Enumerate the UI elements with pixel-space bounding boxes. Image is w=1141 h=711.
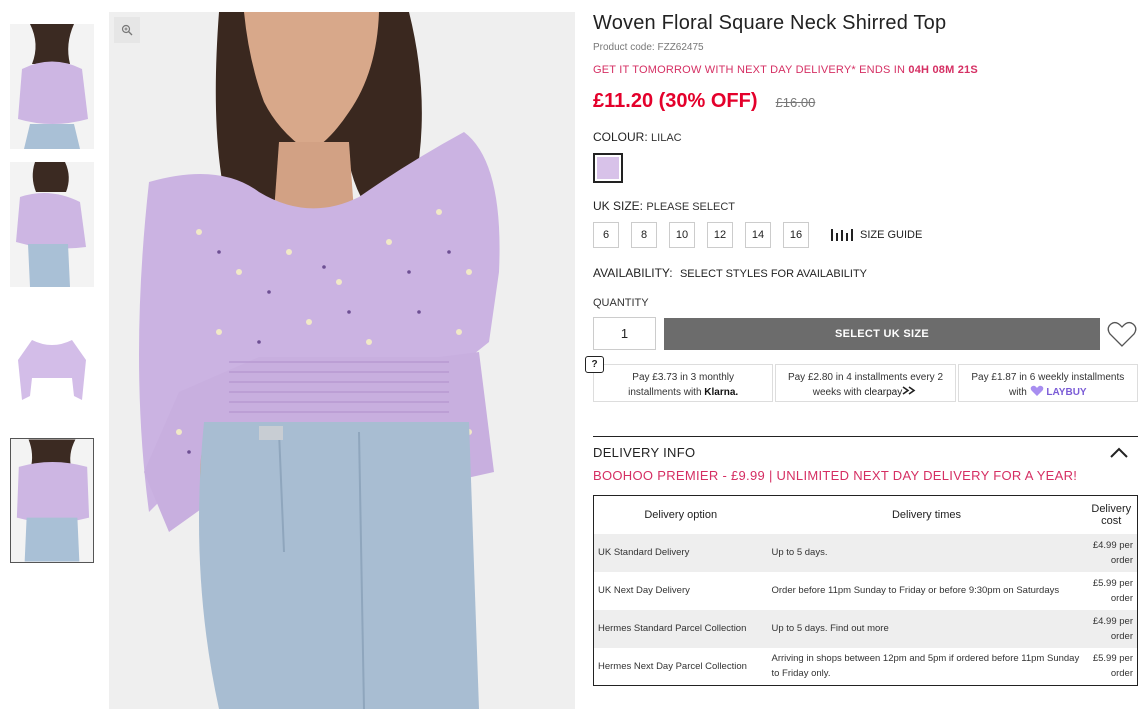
- table-row: Hermes Standard Parcel Collection Up to …: [593, 609, 1138, 648]
- zoom-icon: [121, 24, 133, 36]
- delivery-times-cell: Order before 11pm Sunday to Friday or be…: [767, 571, 1086, 610]
- thumbnail-closeup[interactable]: [10, 438, 94, 563]
- product-info-panel: Woven Floral Square Neck Shirred Top Pro…: [585, 12, 1138, 686]
- size-label: UK SIZE:: [593, 199, 644, 213]
- delivery-times-cell: Up to 5 days.: [767, 533, 1086, 572]
- delivery-cost-cell: £5.99 per order: [1085, 571, 1138, 610]
- delivery-info-title: DELIVERY INFO: [593, 445, 696, 460]
- payment-help-button[interactable]: ?: [585, 356, 604, 373]
- clearpay-option[interactable]: Pay £2.80 in 4 installments every 2 week…: [775, 364, 956, 402]
- klarna-option[interactable]: Pay £3.73 in 3 monthly installments with…: [593, 364, 774, 402]
- delivery-option-cell: Hermes Next Day Parcel Collection: [593, 647, 768, 686]
- add-to-bag-row: SELECT UK SIZE: [593, 317, 1138, 350]
- laybuy-logo: LAYBUY: [1046, 387, 1087, 398]
- product-thumb-image: [11, 439, 93, 562]
- thumbnail-front[interactable]: [10, 24, 94, 149]
- clearpay-logo: clearpay: [864, 386, 918, 398]
- price-row: £11.20 (30% OFF) £16.00: [593, 90, 1138, 113]
- thumbnail-list: [10, 24, 94, 576]
- laybuy-line1: Pay £1.87 in 6 weekly installments: [971, 372, 1125, 383]
- size-guide-icon: [831, 229, 853, 241]
- table-row: UK Standard Delivery Up to 5 days. £4.99…: [593, 533, 1138, 572]
- table-row: UK Next Day Delivery Order before 11pm S…: [593, 571, 1138, 610]
- delivery-table: Delivery option Delivery times Delivery …: [593, 495, 1138, 686]
- size-option-12[interactable]: 12: [707, 222, 733, 248]
- header-delivery-times: Delivery times: [767, 495, 1086, 534]
- quantity-label: QUANTITY: [593, 297, 649, 309]
- delivery-promo: GET IT TOMORROW WITH NEXT DAY DELIVERY* …: [593, 64, 1138, 76]
- clearpay-logo-text: clearpay: [864, 387, 903, 398]
- swatch-fill: [597, 157, 619, 179]
- laybuy-heart-icon: [1030, 385, 1043, 396]
- thumbnail-side[interactable]: [10, 162, 94, 287]
- product-code: Product code: FZZ62475: [593, 42, 704, 53]
- delivery-times-cell: Arriving in shops between 12pm and 5pm i…: [767, 647, 1086, 686]
- size-guide-label: SIZE GUIDE: [860, 229, 923, 241]
- delivery-option-cell: UK Next Day Delivery: [593, 571, 768, 610]
- size-option-6[interactable]: 6: [593, 222, 619, 248]
- product-photo: [109, 12, 575, 709]
- delivery-cost-cell: £5.99 per order: [1085, 647, 1138, 686]
- availability-label: AVAILABILITY:: [593, 266, 673, 280]
- product-thumb-image: [10, 300, 94, 425]
- header-delivery-option: Delivery option: [593, 495, 768, 534]
- size-option-16[interactable]: 16: [783, 222, 809, 248]
- colour-value: LILAC: [651, 132, 682, 144]
- sale-price: £11.20 (30% OFF): [593, 90, 758, 112]
- product-thumb-image: [10, 162, 94, 287]
- clearpay-line2: weeks with: [812, 387, 862, 398]
- table-row: Hermes Next Day Parcel Collection Arrivi…: [593, 647, 1138, 686]
- colour-label-row: COLOUR: LILAC: [593, 130, 1138, 144]
- delivery-times-cell: Up to 5 days. Find out more: [767, 609, 1086, 648]
- quantity-input[interactable]: [593, 317, 656, 350]
- colour-swatch-lilac[interactable]: [593, 153, 623, 183]
- delivery-promo-text: GET IT TOMORROW WITH NEXT DAY DELIVERY* …: [593, 64, 909, 76]
- size-value: PLEASE SELECT: [646, 201, 736, 213]
- delivery-cost-cell: £4.99 per order: [1085, 609, 1138, 648]
- delivery-option-cell: Hermes Standard Parcel Collection: [593, 609, 768, 648]
- availability-row: AVAILABILITY: SELECT STYLES FOR AVAILABI…: [593, 266, 1138, 280]
- payment-options: ? Pay £3.73 in 3 monthly installments wi…: [585, 356, 1138, 402]
- size-label-row: UK SIZE: PLEASE SELECT: [593, 199, 1138, 213]
- delivery-cost-cell: £4.99 per order: [1085, 533, 1138, 572]
- size-options: 6 8 10 12 14 16 SIZE GUIDE: [593, 222, 1138, 248]
- size-option-14[interactable]: 14: [745, 222, 771, 248]
- header-delivery-cost: Delivery cost: [1085, 495, 1138, 534]
- original-price: £16.00: [775, 95, 816, 110]
- section-divider: [593, 436, 1138, 437]
- heart-icon[interactable]: [1107, 320, 1137, 348]
- thumbnail-flat[interactable]: [10, 300, 94, 425]
- laybuy-line2: with: [1009, 387, 1027, 398]
- zoom-button[interactable]: [114, 17, 140, 43]
- product-thumb-image: [10, 24, 94, 149]
- delivery-table-header: Delivery option Delivery times Delivery …: [593, 495, 1138, 534]
- product-title: Woven Floral Square Neck Shirred Top: [593, 12, 947, 34]
- select-size-button[interactable]: SELECT UK SIZE: [664, 317, 1100, 350]
- main-product-image[interactable]: [109, 12, 575, 709]
- chevron-up-icon: [1110, 447, 1128, 458]
- klarna-line1: Pay £3.73 in 3 monthly: [632, 372, 735, 383]
- colour-label: COLOUR:: [593, 130, 648, 144]
- delivery-info-toggle[interactable]: DELIVERY INFO: [593, 445, 1138, 460]
- availability-value: SELECT STYLES FOR AVAILABILITY: [679, 268, 868, 280]
- clearpay-line1: Pay £2.80 in 4 installments every 2: [787, 372, 944, 383]
- delivery-countdown: 04H 08M 21S: [908, 64, 978, 76]
- premier-promo[interactable]: BOOHOO PREMIER - £9.99 | UNLIMITED NEXT …: [593, 468, 1138, 483]
- klarna-logo: Klarna.: [704, 387, 739, 398]
- laybuy-option[interactable]: Pay £1.87 in 6 weekly installments with …: [957, 364, 1138, 402]
- size-option-10[interactable]: 10: [669, 222, 695, 248]
- clearpay-arrows-icon: [902, 386, 916, 395]
- size-guide-link[interactable]: SIZE GUIDE: [831, 229, 922, 241]
- size-option-8[interactable]: 8: [631, 222, 657, 248]
- klarna-line2: installments with: [628, 387, 702, 398]
- delivery-option-cell: UK Standard Delivery: [593, 533, 768, 572]
